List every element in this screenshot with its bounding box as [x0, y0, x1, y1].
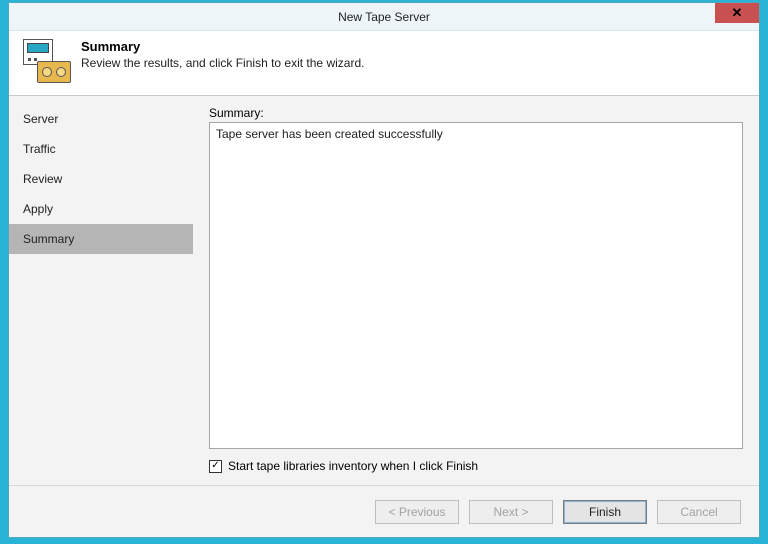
nav-item-summary[interactable]: Summary: [9, 224, 193, 254]
step-subtitle: Review the results, and click Finish to …: [81, 56, 364, 70]
close-button[interactable]: ✕: [715, 3, 759, 23]
nav-item-apply[interactable]: Apply: [9, 194, 193, 224]
wizard-main: Summary: Tape server has been created su…: [193, 96, 759, 485]
summary-label: Summary:: [209, 106, 743, 120]
inventory-checkbox[interactable]: ✓: [209, 460, 222, 473]
header-text: Summary Review the results, and click Fi…: [81, 39, 364, 70]
tape-server-icon: [23, 39, 69, 85]
cancel-button: Cancel: [657, 500, 741, 524]
wizard-header: Summary Review the results, and click Fi…: [9, 31, 759, 96]
step-title: Summary: [81, 39, 364, 54]
wizard-window: New Tape Server ✕ Summary Review the res…: [8, 2, 760, 538]
window-title: New Tape Server: [338, 10, 430, 24]
close-icon: ✕: [732, 5, 743, 21]
finish-button[interactable]: Finish: [563, 500, 647, 524]
wizard-body: Server Traffic Review Apply Summary Summ…: [9, 96, 759, 485]
wizard-footer: < Previous Next > Finish Cancel: [9, 485, 759, 537]
inventory-checkbox-label: Start tape libraries inventory when I cl…: [228, 459, 478, 473]
summary-text: Tape server has been created successfull…: [216, 127, 443, 141]
nav-item-review[interactable]: Review: [9, 164, 193, 194]
titlebar: New Tape Server ✕: [9, 3, 759, 31]
summary-output[interactable]: Tape server has been created successfull…: [209, 122, 743, 449]
nav-item-server[interactable]: Server: [9, 104, 193, 134]
inventory-checkbox-row: ✓ Start tape libraries inventory when I …: [209, 459, 743, 473]
next-button: Next >: [469, 500, 553, 524]
nav-item-traffic[interactable]: Traffic: [9, 134, 193, 164]
previous-button: < Previous: [375, 500, 459, 524]
checkmark-icon: ✓: [211, 461, 219, 471]
wizard-nav: Server Traffic Review Apply Summary: [9, 96, 193, 485]
